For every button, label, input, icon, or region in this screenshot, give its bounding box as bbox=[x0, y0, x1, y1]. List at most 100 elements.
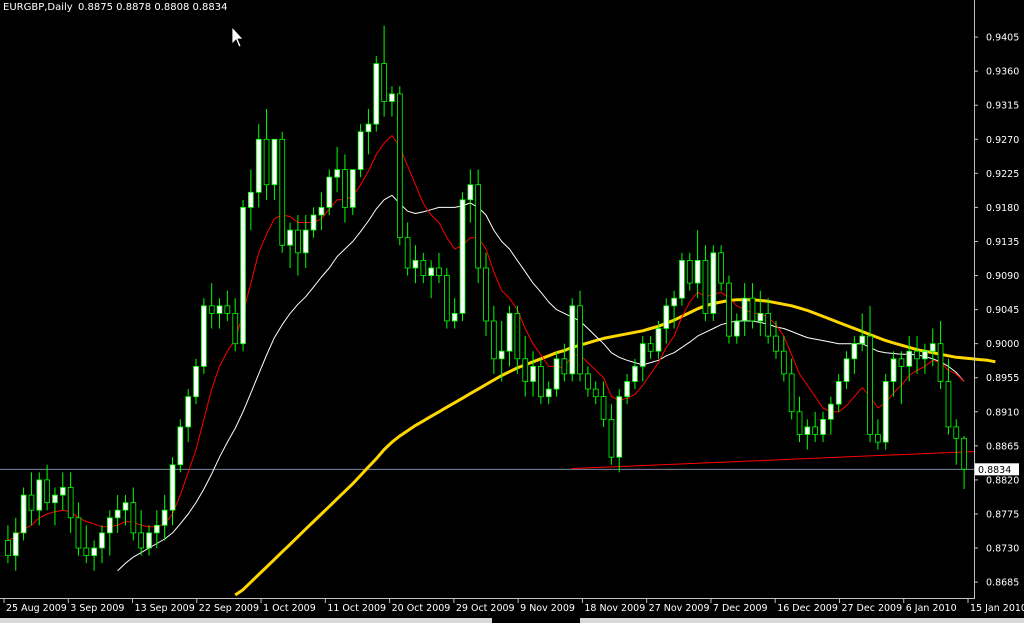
candle-body bbox=[12, 532, 19, 557]
y-tick-label: 0.8685 bbox=[986, 578, 1019, 589]
candle-body bbox=[867, 335, 873, 435]
candle-body bbox=[961, 437, 968, 470]
candle-body bbox=[710, 252, 717, 314]
x-tick-label: 20 Oct 2009 bbox=[392, 603, 451, 614]
y-tick-label: 0.8730 bbox=[986, 544, 1019, 555]
candle-body bbox=[91, 547, 97, 556]
candle-body bbox=[208, 305, 215, 314]
candle-body bbox=[381, 63, 388, 102]
x-tick-label: 22 Sep 2009 bbox=[199, 603, 259, 614]
candle bbox=[200, 298, 207, 374]
candle-body bbox=[530, 365, 536, 382]
candle-body bbox=[185, 396, 191, 428]
candle-body bbox=[914, 350, 920, 360]
candle-body bbox=[718, 252, 725, 284]
chart-header: EURGBP,Daily bbox=[3, 2, 73, 13]
candle-body bbox=[498, 350, 505, 360]
candle-body bbox=[890, 358, 897, 382]
candle-body bbox=[514, 312, 521, 360]
price-chart[interactable]: 0.9405 0.9360 0.9315 0.9270 0.9225 0.9180 0.91… bbox=[0, 0, 1024, 623]
candle-body bbox=[287, 229, 293, 246]
candle-body bbox=[5, 540, 11, 557]
candle-body bbox=[702, 259, 709, 314]
x-tick-label: 3 Sep 2009 bbox=[70, 603, 124, 614]
candle bbox=[726, 275, 732, 344]
candle-body bbox=[263, 138, 270, 186]
candle-body bbox=[334, 169, 341, 178]
candle-body bbox=[130, 502, 137, 534]
candle-body bbox=[404, 237, 411, 269]
candle-body bbox=[922, 350, 928, 360]
y-tick-label: 0.8865 bbox=[986, 441, 1019, 452]
candle-body bbox=[490, 320, 497, 360]
y-tick-label: 0.8955 bbox=[986, 373, 1019, 384]
candle-body bbox=[310, 214, 317, 231]
candle-body bbox=[318, 206, 325, 216]
candle-body bbox=[561, 358, 568, 375]
candle-body bbox=[757, 312, 764, 322]
candle-body bbox=[741, 297, 748, 322]
candle-body bbox=[929, 343, 936, 352]
candle-body bbox=[592, 388, 599, 398]
x-tick-label: 1 Oct 2009 bbox=[263, 603, 316, 614]
x-tick-label: 18 Nov 2009 bbox=[584, 603, 645, 614]
candle bbox=[459, 192, 466, 321]
candle-body bbox=[75, 517, 82, 549]
candle-body bbox=[875, 434, 881, 443]
candle-body bbox=[451, 312, 458, 322]
candle-body bbox=[726, 282, 732, 337]
candle-body bbox=[216, 305, 223, 314]
candle-body bbox=[255, 138, 262, 193]
candle-body bbox=[585, 373, 591, 390]
candle-body bbox=[169, 464, 176, 511]
candle bbox=[443, 267, 450, 329]
candle-body bbox=[804, 426, 811, 435]
candle-body bbox=[436, 267, 442, 276]
candle-body bbox=[247, 191, 254, 208]
y-tick-label: 0.9090 bbox=[986, 271, 1019, 282]
candle-body bbox=[632, 365, 638, 382]
candle-body bbox=[679, 259, 685, 299]
candle bbox=[373, 56, 380, 132]
candle-body bbox=[224, 305, 231, 314]
y-tick-label: 0.8910 bbox=[986, 407, 1019, 418]
candle-body bbox=[639, 343, 646, 367]
tab-segment-left[interactable] bbox=[0, 618, 492, 623]
candle-body bbox=[342, 169, 348, 208]
bottom-tab-strip bbox=[0, 615, 1024, 623]
tab-segment-right[interactable] bbox=[580, 618, 1024, 623]
candle-body bbox=[240, 206, 246, 345]
candle-body bbox=[373, 63, 380, 125]
candle-body bbox=[608, 418, 615, 458]
candle-body bbox=[788, 373, 795, 413]
candle bbox=[240, 199, 246, 352]
candle-body bbox=[349, 169, 356, 208]
candle-body bbox=[357, 131, 364, 170]
candle bbox=[357, 124, 364, 178]
x-tick-label: 11 Oct 2009 bbox=[327, 603, 386, 614]
candle bbox=[177, 419, 184, 473]
candle-body bbox=[522, 358, 529, 382]
candle-body bbox=[146, 532, 152, 549]
candle-body bbox=[475, 184, 482, 269]
candle-body bbox=[655, 328, 662, 352]
candle-body bbox=[734, 320, 740, 337]
candle-body bbox=[28, 494, 35, 511]
candle-body bbox=[122, 502, 129, 511]
candle-body bbox=[467, 184, 474, 201]
candle bbox=[679, 252, 685, 306]
candle-body bbox=[60, 487, 66, 496]
x-tick-label: 29 Oct 2009 bbox=[456, 603, 515, 614]
candle-body bbox=[828, 403, 834, 420]
candle-body bbox=[945, 381, 952, 428]
ohlc-readout: 0.8875 0.8878 0.8808 0.8834 bbox=[78, 2, 228, 13]
candle-body bbox=[302, 229, 309, 254]
x-tick-label: 7 Dec 2009 bbox=[713, 603, 768, 614]
x-tick-label: 15 Jan 2010 bbox=[970, 603, 1024, 614]
candle-body bbox=[796, 411, 803, 435]
candle-body bbox=[67, 487, 74, 519]
candle-body bbox=[577, 305, 583, 375]
candle-body bbox=[295, 229, 301, 254]
candle-body bbox=[600, 396, 607, 420]
candle-body bbox=[906, 350, 913, 367]
